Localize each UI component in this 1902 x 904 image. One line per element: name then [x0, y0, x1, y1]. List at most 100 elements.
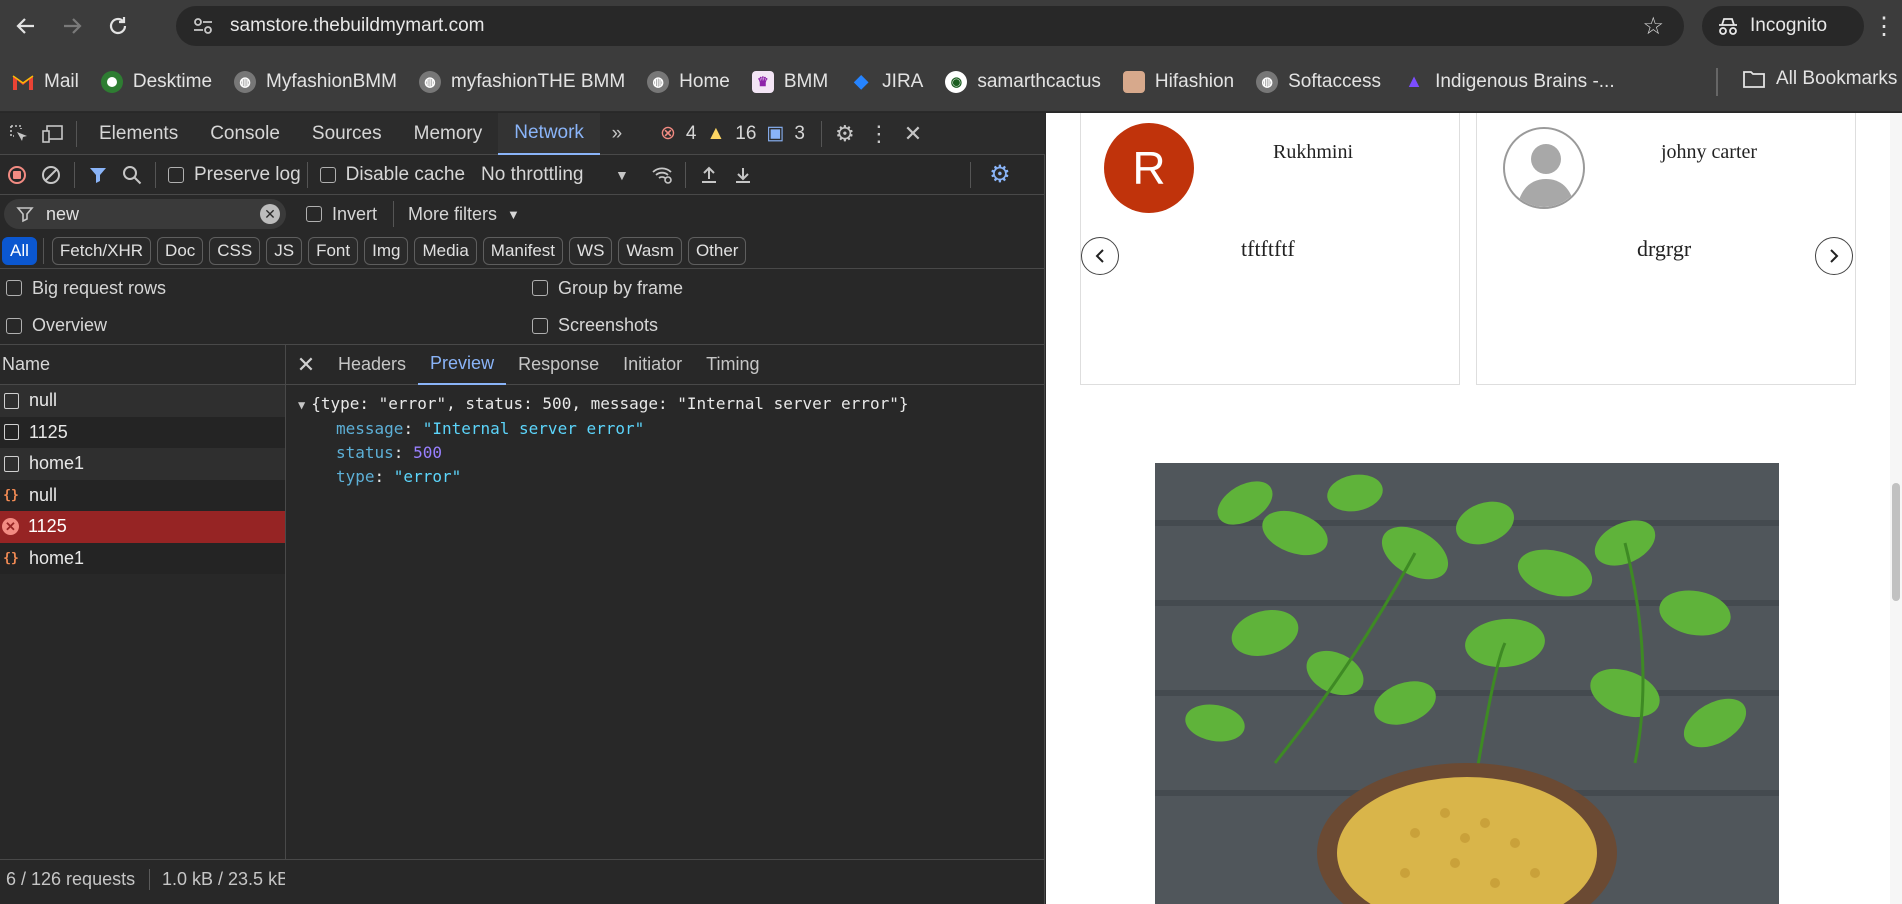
checkbox[interactable] — [6, 317, 22, 334]
bookmark-indigenous-brains[interactable]: ▲ Indigenous Brains -... — [1403, 71, 1614, 93]
tab-preview[interactable]: Preview — [418, 345, 507, 385]
carousel-next-button[interactable] — [1815, 237, 1853, 275]
bookmark-softaccess[interactable]: ◍ Softaccess — [1256, 70, 1381, 93]
tab-elements[interactable]: Elements — [83, 113, 194, 155]
filter-icon[interactable] — [81, 158, 115, 192]
checkbox[interactable] — [319, 166, 336, 183]
checkbox[interactable] — [532, 280, 548, 296]
checkbox[interactable] — [306, 206, 322, 222]
more-filters-dropdown[interactable]: More filters ▼ — [408, 204, 520, 225]
type-filter-other[interactable]: Other — [687, 236, 747, 265]
group-by-frame-checkbox[interactable]: Group by frame — [532, 278, 683, 299]
settings-row-1: Big request rows Group by frame — [0, 269, 1045, 307]
more-tabs-icon[interactable]: » — [600, 117, 634, 151]
type-filter-all[interactable]: All — [2, 236, 37, 265]
checkbox[interactable] — [168, 166, 184, 183]
network-conditions-icon[interactable] — [645, 158, 679, 192]
type-filter-wasm[interactable]: Wasm — [618, 236, 682, 265]
all-bookmarks-button[interactable]: All Bookmarks — [1742, 68, 1897, 90]
network-settings-gear-icon[interactable]: ⚙ — [983, 158, 1017, 192]
request-row[interactable]: {} null — [0, 479, 285, 511]
tab-network[interactable]: Network — [498, 112, 600, 155]
back-button[interactable] — [6, 6, 46, 46]
type-filter-fetch-xhr[interactable]: Fetch/XHR — [51, 236, 152, 265]
type-filter-img[interactable]: Img — [364, 236, 409, 265]
preserve-log-checkbox[interactable]: Preserve log — [168, 164, 301, 186]
request-row[interactable]: 1125 — [0, 416, 285, 448]
site-info-icon[interactable] — [186, 9, 220, 43]
settings-gear-icon[interactable]: ⚙ — [828, 117, 862, 151]
bookmark-label: JIRA — [882, 70, 924, 92]
clear-icon[interactable] — [34, 158, 68, 192]
device-toolbar-icon[interactable] — [36, 117, 70, 151]
checkbox[interactable] — [6, 280, 22, 296]
url-text[interactable]: samstore.thebuildmymart.com — [230, 15, 484, 37]
type-filter-media[interactable]: Media — [414, 236, 477, 265]
export-har-icon[interactable] — [726, 158, 760, 192]
filter-input[interactable]: new ✕ — [4, 199, 286, 229]
tab-initiator[interactable]: Initiator — [611, 345, 694, 385]
tab-console[interactable]: Console — [194, 113, 296, 155]
json-root[interactable]: ▼ {type: "error", status: 500, message: "… — [298, 392, 1045, 417]
type-filter-manifest[interactable]: Manifest — [482, 236, 564, 265]
bookmark-label: myfashionTHE BMM — [450, 70, 626, 92]
disable-cache-checkbox[interactable]: Disable cache — [319, 164, 465, 186]
bookmark-star-icon[interactable]: ☆ — [1642, 12, 1664, 41]
stop-recording-icon[interactable] — [0, 158, 34, 192]
request-row[interactable]: home1 — [0, 448, 285, 480]
product-image[interactable] — [1155, 463, 1779, 904]
carousel-prev-button[interactable] — [1081, 237, 1119, 275]
close-devtools-icon[interactable]: ✕ — [896, 117, 930, 151]
devtools-menu-icon[interactable]: ⋮ — [862, 117, 896, 151]
divider — [155, 161, 156, 188]
bookmark-bmm[interactable]: ♛ BMM — [751, 70, 828, 93]
clear-filter-icon[interactable]: ✕ — [260, 204, 280, 224]
request-row[interactable]: null — [0, 385, 285, 417]
throttling-select[interactable]: No throttling — [481, 164, 621, 186]
bookmark-desktime[interactable]: Desktime — [100, 70, 212, 93]
reload-button[interactable] — [98, 6, 138, 46]
import-har-icon[interactable] — [692, 158, 726, 192]
invert-checkbox[interactable]: Invert — [306, 204, 377, 225]
browser-toolbar: samstore.thebuildmymart.com ☆ Incognito … — [0, 0, 1902, 52]
big-request-rows-checkbox[interactable]: Big request rows — [6, 278, 166, 299]
overview-checkbox[interactable]: Overview — [6, 315, 107, 336]
tab-headers[interactable]: Headers — [326, 345, 418, 385]
divider — [74, 161, 75, 188]
bookmark-mail[interactable]: Mail — [12, 71, 79, 93]
bookmark-home[interactable]: ◍ Home — [647, 70, 730, 93]
bookmark-myfashionbmm[interactable]: ◍ MyfashionBMM — [234, 70, 397, 93]
type-filter-font[interactable]: Font — [308, 236, 359, 265]
testimonial-card: johny carter drgrgr — [1476, 113, 1856, 385]
expand-triangle-icon[interactable]: ▼ — [298, 398, 305, 412]
chevron-down-icon[interactable]: ▼ — [615, 167, 629, 183]
scrollbar-thumb[interactable] — [1892, 483, 1900, 601]
name-column-header[interactable]: Name — [0, 345, 285, 385]
issue-counters[interactable]: ⊗ 4 ▲ 16 ▣ 3 — [660, 122, 815, 145]
type-filter-doc[interactable]: Doc — [157, 236, 204, 265]
tab-timing[interactable]: Timing — [694, 345, 771, 385]
address-bar[interactable]: samstore.thebuildmymart.com ☆ — [176, 6, 1684, 46]
forward-button[interactable] — [52, 6, 92, 46]
bookmark-samarthcactus[interactable]: ◉ samarthcactus — [945, 70, 1101, 93]
type-filter-js[interactable]: JS — [266, 236, 303, 265]
close-details-icon[interactable]: ✕ — [286, 352, 326, 378]
request-row[interactable]: {} home1 — [0, 542, 285, 574]
browser-menu-icon[interactable]: ⋮ — [1870, 10, 1898, 42]
type-filter-css[interactable]: CSS — [209, 236, 261, 265]
screenshots-checkbox[interactable]: Screenshots — [532, 315, 658, 336]
bookmark-jira[interactable]: ◆ JIRA — [850, 71, 923, 93]
bookmark-hifashion[interactable]: Hifashion — [1122, 70, 1234, 93]
tab-sources[interactable]: Sources — [296, 113, 398, 155]
bookmark-myfashionthebmm[interactable]: ◍ myfashionTHE BMM — [418, 70, 626, 93]
tab-response[interactable]: Response — [506, 345, 611, 385]
request-row-selected-error[interactable]: ✕ 1125 — [0, 511, 285, 543]
inspect-element-icon[interactable] — [2, 117, 36, 151]
search-icon[interactable] — [115, 158, 149, 192]
incognito-badge[interactable]: Incognito — [1702, 6, 1864, 46]
json-key: type — [336, 467, 375, 486]
page-scrollbar[interactable] — [1890, 113, 1902, 904]
tab-memory[interactable]: Memory — [398, 113, 499, 155]
type-filter-ws[interactable]: WS — [569, 236, 613, 265]
checkbox[interactable] — [532, 317, 548, 334]
